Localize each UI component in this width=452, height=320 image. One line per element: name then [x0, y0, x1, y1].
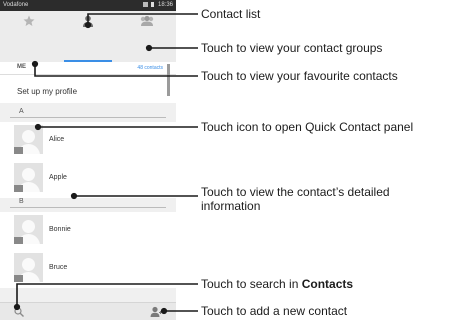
callout-dot: [13, 303, 21, 311]
annotation-search: Touch to search in Contacts: [201, 277, 353, 291]
callout-search: [16, 283, 198, 307]
callout-dot: [84, 21, 92, 29]
annotation-groups: Touch to view your contact groups: [201, 41, 383, 55]
annotation-details: Touch to view the contact’s detailed inf…: [201, 185, 390, 213]
annotation-search-prefix: Touch to search in: [201, 277, 302, 291]
callout-dot: [34, 123, 42, 131]
callout-dot: [70, 192, 78, 200]
annotation-favourites: Touch to view your favourite contacts: [201, 69, 398, 83]
annotation-search-bold: Contacts: [301, 277, 354, 291]
annotation-quick-contact: Touch icon to open Quick Contact panel: [201, 120, 414, 134]
annotation-contact-list: Contact list: [201, 7, 261, 21]
callout-dot: [160, 307, 168, 315]
callout-contact-list: [87, 13, 198, 25]
callout-dot: [31, 60, 39, 68]
callout-favourites: [34, 64, 198, 77]
callout-dot: [145, 44, 153, 52]
annotation-add-contact: Touch to add a new contact: [201, 304, 348, 318]
